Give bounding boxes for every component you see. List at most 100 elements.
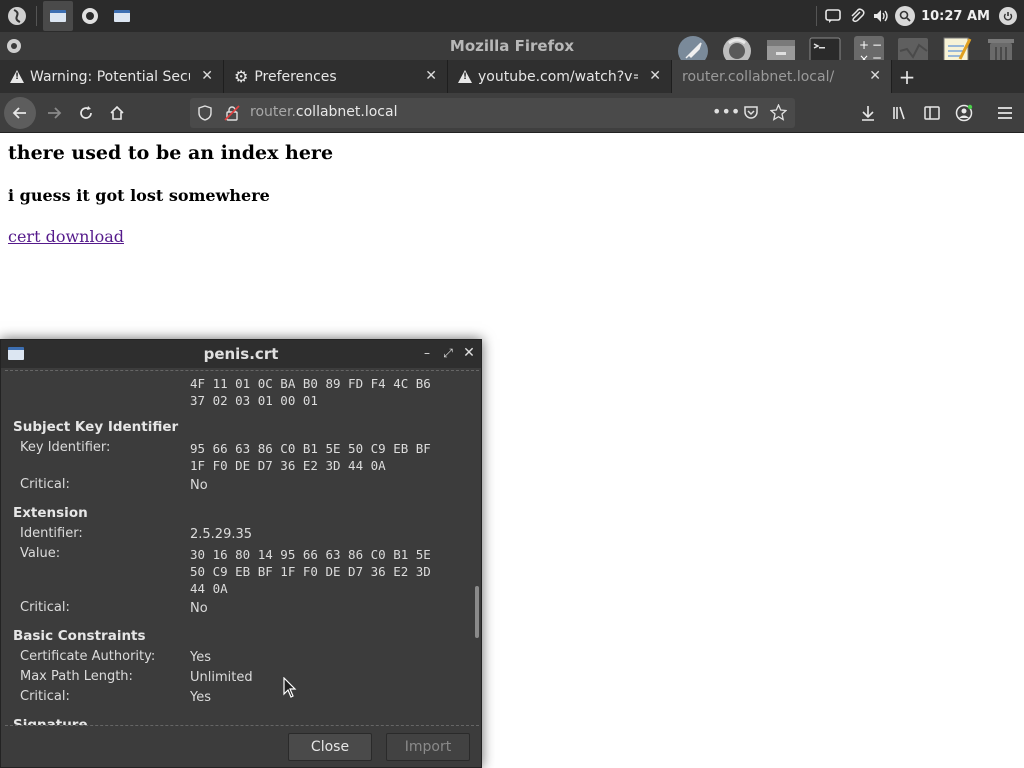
tab-label: youtube.com/watch?v= bbox=[478, 68, 638, 85]
new-tab-button[interactable]: + bbox=[892, 60, 922, 93]
search-icon bbox=[895, 6, 916, 26]
forward-arrow-icon bbox=[48, 107, 62, 119]
tab-label: Preferences bbox=[254, 68, 337, 85]
svg-text:−: − bbox=[872, 38, 882, 52]
field-value: Yes bbox=[190, 690, 211, 705]
svg-text:+: + bbox=[859, 38, 869, 52]
tracking-shield-icon[interactable] bbox=[198, 105, 212, 125]
close-icon[interactable]: ✕ bbox=[201, 68, 213, 84]
field-label: Certificate Authority: bbox=[20, 649, 156, 664]
account-button[interactable] bbox=[950, 99, 978, 127]
library-icon bbox=[893, 106, 905, 120]
back-arrow-icon bbox=[12, 107, 26, 119]
scrollbar-thumb[interactable] bbox=[475, 586, 479, 638]
app-menu-button[interactable] bbox=[2, 1, 32, 31]
page-subheading: i guess it got lost somewhere bbox=[8, 186, 270, 205]
desktop-top-panel: 10:27 AM bbox=[0, 0, 1024, 32]
taskbar-window-button[interactable] bbox=[43, 1, 73, 31]
tab-preferences[interactable]: ⚙ Preferences ✕ bbox=[224, 60, 448, 93]
window-icon bbox=[114, 10, 130, 22]
close-icon[interactable]: ✕ bbox=[869, 68, 881, 84]
downloads-button[interactable] bbox=[854, 99, 882, 127]
taskbar-dialog-button[interactable] bbox=[107, 1, 137, 31]
tab-label: router.collabnet.local/ bbox=[682, 68, 835, 85]
field-label: Identifier: bbox=[20, 526, 83, 541]
window-icon bbox=[50, 10, 66, 22]
field-value: No bbox=[190, 478, 208, 493]
field-label: Max Path Length: bbox=[20, 669, 133, 684]
tab-label: Warning: Potential Security Risk Ahead bbox=[30, 68, 190, 85]
power-icon bbox=[999, 7, 1017, 25]
reload-icon bbox=[80, 106, 92, 119]
hamburger-icon bbox=[998, 107, 1012, 119]
field-label: Value: bbox=[20, 546, 61, 561]
firefox-icon bbox=[82, 8, 98, 24]
field-value: Unlimited bbox=[190, 670, 253, 685]
certificate-details-pane[interactable]: 4F 11 01 0C BA B0 89 FD F4 4C B6 37 02 0… bbox=[5, 370, 479, 726]
dialog-titlebar[interactable]: penis.crt – ⤢ ✕ bbox=[1, 340, 481, 368]
close-icon[interactable]: ✕ bbox=[461, 345, 477, 361]
app-menu-icon bbox=[8, 7, 26, 25]
download-icon bbox=[862, 106, 874, 121]
section-title: Extension bbox=[13, 505, 88, 521]
url-subdomain: router. bbox=[250, 104, 296, 120]
field-value: 95 66 63 86 C0 B1 5E 50 C9 EB BF 1F F0 D… bbox=[190, 441, 431, 473]
navigation-toolbar: router.collabnet.local ••• bbox=[0, 93, 1024, 133]
url-domain: collabnet.local bbox=[295, 104, 398, 120]
tab-router[interactable]: router.collabnet.local/ ✕ bbox=[672, 60, 892, 93]
field-label: Key Identifier: bbox=[20, 440, 111, 455]
panel-separator bbox=[36, 6, 37, 26]
section-title: Signature bbox=[13, 717, 88, 726]
power-button[interactable] bbox=[996, 4, 1020, 28]
insecure-lock-icon[interactable] bbox=[224, 105, 240, 125]
cert-download-link[interactable]: cert download bbox=[8, 227, 124, 246]
tab-youtube[interactable]: youtube.com/watch?v= ✕ bbox=[448, 60, 672, 93]
field-label: Critical: bbox=[20, 477, 70, 492]
reload-button[interactable] bbox=[72, 99, 100, 127]
field-label: Critical: bbox=[20, 689, 70, 704]
section-title: Subject Key Identifier bbox=[13, 419, 179, 435]
account-icon bbox=[955, 104, 973, 122]
sidebar-icon bbox=[924, 106, 940, 120]
firefox-titlebar: Mozilla Firefox + − × = bbox=[0, 32, 1024, 66]
maximize-icon[interactable]: ⤢ bbox=[440, 345, 456, 361]
url-bar[interactable]: router.collabnet.local ••• bbox=[190, 98, 795, 128]
tab-strip: Warning: Potential Security Risk Ahead ✕… bbox=[0, 60, 1024, 93]
back-button[interactable] bbox=[4, 97, 36, 129]
close-icon[interactable]: ✕ bbox=[649, 68, 661, 84]
field-value: 30 16 80 14 95 66 63 86 C0 B1 5E 50 C9 E… bbox=[190, 547, 431, 596]
home-button[interactable] bbox=[103, 99, 131, 127]
import-button[interactable]: Import bbox=[386, 733, 470, 761]
sidebar-button[interactable] bbox=[918, 99, 946, 127]
url-text[interactable]: router.collabnet.local bbox=[250, 104, 397, 120]
dialog-title: penis.crt bbox=[203, 345, 279, 363]
gear-icon: ⚙ bbox=[234, 67, 249, 86]
minimize-icon[interactable]: – bbox=[419, 345, 435, 361]
clock[interactable]: 10:27 AM bbox=[921, 9, 990, 24]
section-title: Basic Constraints bbox=[13, 628, 146, 644]
library-button[interactable] bbox=[886, 99, 914, 127]
chat-icon[interactable] bbox=[821, 4, 845, 28]
pocket-icon[interactable] bbox=[743, 104, 759, 124]
taskbar-firefox-button[interactable] bbox=[75, 1, 105, 31]
menu-button[interactable] bbox=[991, 99, 1019, 127]
close-icon[interactable]: ✕ bbox=[425, 68, 437, 84]
warning-icon bbox=[10, 70, 24, 83]
page-actions-icon[interactable]: ••• bbox=[712, 102, 740, 121]
forward-button[interactable] bbox=[40, 99, 68, 127]
certificate-dialog: penis.crt – ⤢ ✕ 4F 11 01 0C BA B0 89 FD … bbox=[0, 339, 482, 768]
home-icon bbox=[110, 105, 124, 120]
mouse-cursor-icon bbox=[283, 677, 297, 698]
public-key-value: 4F 11 01 0C BA B0 89 FD F4 4C B6 37 02 0… bbox=[190, 376, 431, 408]
panel-separator bbox=[816, 6, 818, 26]
field-value: No bbox=[190, 601, 208, 616]
close-button[interactable]: Close bbox=[288, 733, 372, 761]
volume-icon[interactable] bbox=[869, 4, 893, 28]
field-label: Critical: bbox=[20, 600, 70, 615]
page-heading: there used to be an index here bbox=[8, 142, 334, 164]
field-value: Yes bbox=[190, 650, 211, 665]
search-button[interactable] bbox=[893, 4, 917, 28]
attachment-icon[interactable] bbox=[845, 4, 869, 28]
tab-warning[interactable]: Warning: Potential Security Risk Ahead ✕ bbox=[0, 60, 224, 93]
bookmark-star-icon[interactable] bbox=[769, 103, 788, 125]
